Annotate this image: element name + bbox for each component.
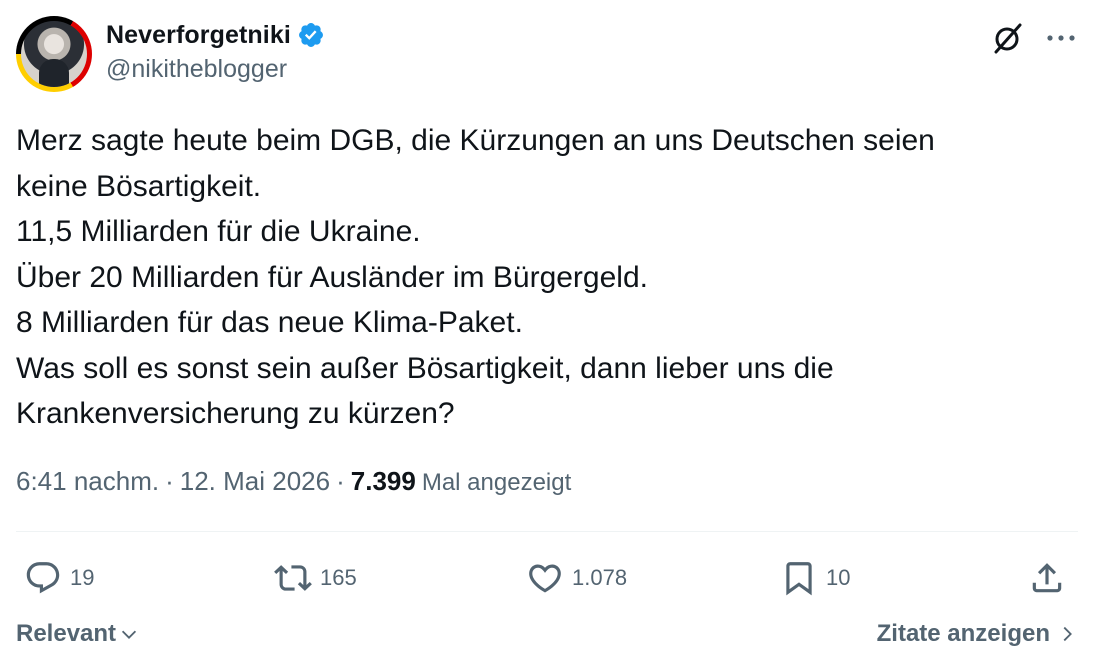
repost-button[interactable]: 165 xyxy=(274,556,357,600)
views-count[interactable]: 7.399 xyxy=(351,466,416,497)
tweet-date[interactable]: 12. Mai 2026 xyxy=(180,466,330,497)
view-quotes-link[interactable]: Zitate anzeigen xyxy=(877,620,1078,648)
share-button[interactable] xyxy=(1028,556,1066,600)
divider xyxy=(16,531,1078,532)
sort-dropdown[interactable]: Relevant xyxy=(16,620,140,648)
quotes-label: Zitate anzeigen xyxy=(876,620,1050,647)
like-count: 1.078 xyxy=(572,565,628,590)
avatar[interactable] xyxy=(16,16,92,92)
verified-badge-icon[interactable] xyxy=(297,21,325,49)
more-icon[interactable] xyxy=(1044,21,1078,60)
name-row: Neverforgetniki xyxy=(106,18,325,52)
avatar-photo xyxy=(21,21,87,87)
chevron-right-icon xyxy=(1063,626,1072,642)
like-button[interactable]: 1.078 xyxy=(526,556,627,600)
action-bar: 19 165 1.078 10 xyxy=(16,556,1078,600)
reply-button[interactable]: 19 xyxy=(24,556,94,600)
reply-count: 19 xyxy=(70,565,95,590)
tweet-text: Merz sagte heute beim DGB, die Kürzungen… xyxy=(16,124,935,430)
meta-separator: · xyxy=(165,466,174,496)
tweet-top-actions xyxy=(990,20,1078,61)
repost-count: 165 xyxy=(320,565,357,590)
bookmark-count: 10 xyxy=(826,565,851,590)
repost-icon xyxy=(274,565,312,591)
reply-icon xyxy=(26,562,60,594)
chevron-down-icon xyxy=(121,630,137,639)
share-icon xyxy=(1032,563,1062,593)
tweet-meta: 6:41 nachm. · 12. Mai 2026 · 7.399 Mal a… xyxy=(16,466,571,497)
sort-label: Relevant xyxy=(16,620,117,647)
tweet-header: Neverforgetniki @nikitheblogger xyxy=(106,18,325,84)
tweet-time[interactable]: 6:41 nachm. xyxy=(16,466,159,497)
author-display-name[interactable]: Neverforgetniki xyxy=(106,21,291,50)
meta-separator-2: · xyxy=(336,466,345,496)
tweet-footer: Relevant Zitate anzeigen xyxy=(16,620,1078,654)
views-label: Mal angezeigt xyxy=(421,469,572,496)
bookmark-button[interactable]: 10 xyxy=(780,556,850,600)
author-handle[interactable]: @nikitheblogger xyxy=(106,55,325,84)
bookmark-icon xyxy=(786,562,812,596)
grok-icon[interactable] xyxy=(990,20,1026,61)
heart-icon xyxy=(529,564,561,593)
